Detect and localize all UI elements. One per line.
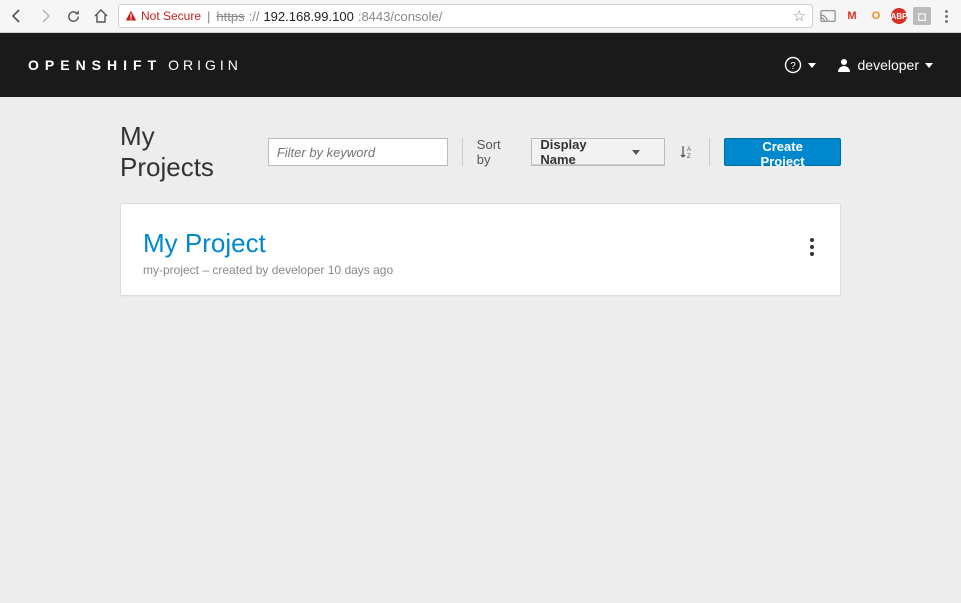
kebab-menu-icon[interactable] (806, 234, 818, 260)
header-right: ? developer (784, 56, 934, 74)
sort-icon: A Z (679, 144, 695, 160)
forward-button[interactable] (34, 5, 56, 27)
star-icon[interactable]: ☆ (793, 7, 806, 25)
address-bar[interactable]: Not Secure | https://192.168.99.100:8443… (118, 4, 813, 28)
opera-icon[interactable]: O (867, 7, 885, 25)
warning-icon (125, 10, 137, 22)
project-meta: my-project – created by developer 10 day… (143, 263, 393, 277)
separator: | (207, 9, 210, 24)
svg-text:Z: Z (687, 154, 691, 160)
sort-label: Sort by (477, 137, 518, 167)
chevron-down-icon (925, 63, 933, 68)
divider (709, 138, 710, 166)
not-secure-badge: Not Secure (125, 9, 201, 23)
abp-icon[interactable]: ABP (891, 8, 907, 24)
main-content: My Projects Sort by Display Name A Z Cre… (0, 97, 961, 296)
home-button[interactable] (90, 5, 112, 27)
svg-text:?: ? (790, 61, 796, 72)
brand-primary: OPENSHIFT (28, 57, 162, 73)
app-header: OPENSHIFT ORIGIN ? developer (0, 33, 961, 97)
help-icon: ? (784, 56, 802, 74)
address-actions: ☆ (793, 7, 806, 25)
not-secure-label: Not Secure (141, 9, 201, 23)
username-label: developer (858, 57, 920, 73)
project-card[interactable]: My Project my-project – created by devel… (120, 203, 841, 296)
page-title: My Projects (120, 121, 254, 183)
help-button[interactable]: ? (784, 56, 816, 74)
url-path: :8443/console/ (358, 9, 443, 24)
toolbar: My Projects Sort by Display Name A Z Cre… (120, 121, 841, 183)
sort-value: Display Name (540, 137, 624, 167)
user-menu[interactable]: developer (836, 57, 934, 73)
filter-input[interactable] (268, 138, 448, 166)
project-info: My Project my-project – created by devel… (143, 228, 393, 277)
create-project-button[interactable]: Create Project (724, 138, 841, 166)
chevron-down-icon (632, 150, 640, 155)
browser-menu-icon[interactable] (937, 7, 955, 25)
url-host: 192.168.99.100 (263, 9, 353, 24)
sort-direction-toggle[interactable]: A Z (679, 144, 695, 160)
gmail-icon[interactable]: M (843, 7, 861, 25)
back-button[interactable] (6, 5, 28, 27)
cast-icon[interactable] (819, 7, 837, 25)
user-icon (836, 57, 852, 73)
project-title[interactable]: My Project (143, 228, 393, 259)
browser-chrome: Not Secure | https://192.168.99.100:8443… (0, 0, 961, 33)
url-scheme: https (216, 9, 244, 24)
svg-text:A: A (687, 147, 691, 153)
divider (462, 138, 463, 166)
extension-icon[interactable]: ◻ (913, 7, 931, 25)
chevron-down-icon (808, 63, 816, 68)
sort-select[interactable]: Display Name (531, 138, 665, 166)
reload-button[interactable] (62, 5, 84, 27)
card-actions (806, 228, 818, 260)
brand-secondary: ORIGIN (168, 57, 242, 73)
